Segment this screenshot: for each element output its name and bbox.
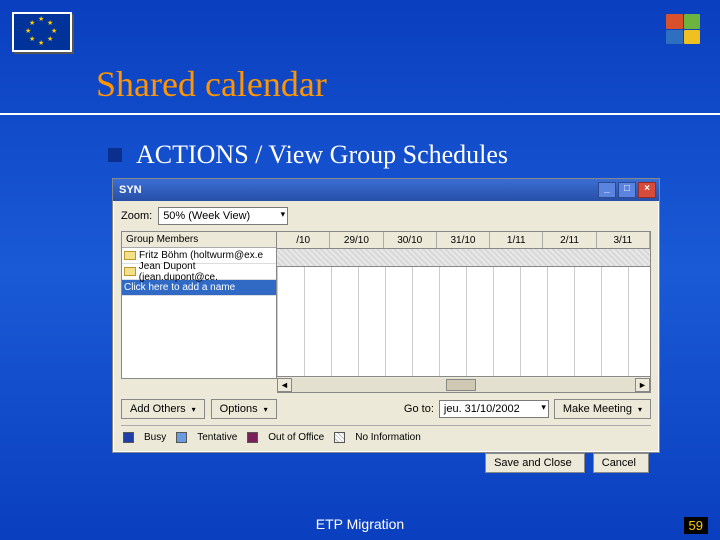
bullet-icon <box>108 148 122 162</box>
busy-swatch <box>123 432 134 443</box>
options-button[interactable]: Options <box>211 399 277 419</box>
member-name: Jean Dupont (jean.dupont@ce. <box>139 261 274 283</box>
member-add-placeholder: Click here to add a name <box>124 282 235 293</box>
envelope-icon <box>124 251 136 260</box>
scroll-thumb[interactable] <box>446 379 476 391</box>
make-meeting-button[interactable]: Make Meeting <box>554 399 651 419</box>
date-cell[interactable]: 1/11 <box>490 232 543 248</box>
date-cell[interactable]: 31/10 <box>437 232 490 248</box>
group-members-list[interactable]: Group Members Fritz Böhm (holtwurm@ex.e … <box>121 231 277 379</box>
goto-value: jeu. 31/10/2002 <box>444 403 520 415</box>
oof-swatch <box>247 432 258 443</box>
legend: Busy Tentative Out of Office No Informat… <box>113 426 659 449</box>
zoom-combo[interactable]: 50% (Week View) <box>158 207 288 225</box>
bullet-item: ACTIONS / View Group Schedules <box>108 140 508 170</box>
save-close-button[interactable]: Save and Close <box>485 453 585 473</box>
slide-title: Shared calendar <box>96 63 327 105</box>
member-name: Fritz Böhm (holtwurm@ex.e <box>139 250 263 261</box>
members-header: Group Members <box>122 232 276 248</box>
maximize-button[interactable]: □ <box>618 182 636 198</box>
date-cell[interactable]: 30/10 <box>384 232 437 248</box>
zoom-value: 50% (Week View) <box>163 210 250 222</box>
scroll-left-button[interactable]: ◄ <box>277 378 292 392</box>
noinfo-swatch <box>334 432 345 443</box>
legend-tentative: Tentative <box>197 432 237 443</box>
envelope-icon <box>124 267 136 276</box>
dialog-title: SYN <box>119 184 142 196</box>
scroll-track[interactable] <box>292 378 635 392</box>
legend-noinfo: No Information <box>355 432 421 443</box>
time-grid[interactable] <box>277 267 651 377</box>
date-cell[interactable]: 3/11 <box>597 232 650 248</box>
goto-label: Go to: <box>404 403 434 415</box>
availability-strip <box>277 249 651 267</box>
date-header-row: /10 29/10 30/10 31/10 1/11 2/11 3/11 <box>277 231 651 249</box>
date-cell[interactable]: 2/11 <box>543 232 596 248</box>
date-cell[interactable]: /10 <box>277 232 330 248</box>
scroll-right-button[interactable]: ► <box>635 378 650 392</box>
title-underline <box>0 113 720 115</box>
schedule-grid: /10 29/10 30/10 31/10 1/11 2/11 3/11 ◄ ► <box>277 231 651 393</box>
slide-number: 59 <box>684 517 708 534</box>
member-row[interactable]: Jean Dupont (jean.dupont@ce. <box>122 264 276 280</box>
slide-footer: ETP Migration <box>0 516 720 532</box>
tentative-swatch <box>176 432 187 443</box>
dialog-titlebar[interactable]: SYN _ □ × <box>113 179 659 201</box>
legend-busy: Busy <box>144 432 166 443</box>
eu-flag-icon: ★ ★ ★ ★ ★ ★ ★ ★ <box>12 12 72 52</box>
date-cell[interactable]: 29/10 <box>330 232 383 248</box>
goto-date-combo[interactable]: jeu. 31/10/2002 <box>439 400 549 418</box>
add-others-button[interactable]: Add Others <box>121 399 205 419</box>
horizontal-scrollbar[interactable]: ◄ ► <box>277 377 651 393</box>
cancel-button[interactable]: Cancel <box>593 453 649 473</box>
bullet-text: ACTIONS / View Group Schedules <box>136 140 508 170</box>
windows-logo-icon <box>666 14 700 44</box>
minimize-button[interactable]: _ <box>598 182 616 198</box>
legend-oof: Out of Office <box>268 432 324 443</box>
zoom-label: Zoom: <box>121 210 152 222</box>
close-button[interactable]: × <box>638 182 656 198</box>
group-schedule-dialog: SYN _ □ × Zoom: 50% (Week View) Group Me… <box>112 178 660 453</box>
